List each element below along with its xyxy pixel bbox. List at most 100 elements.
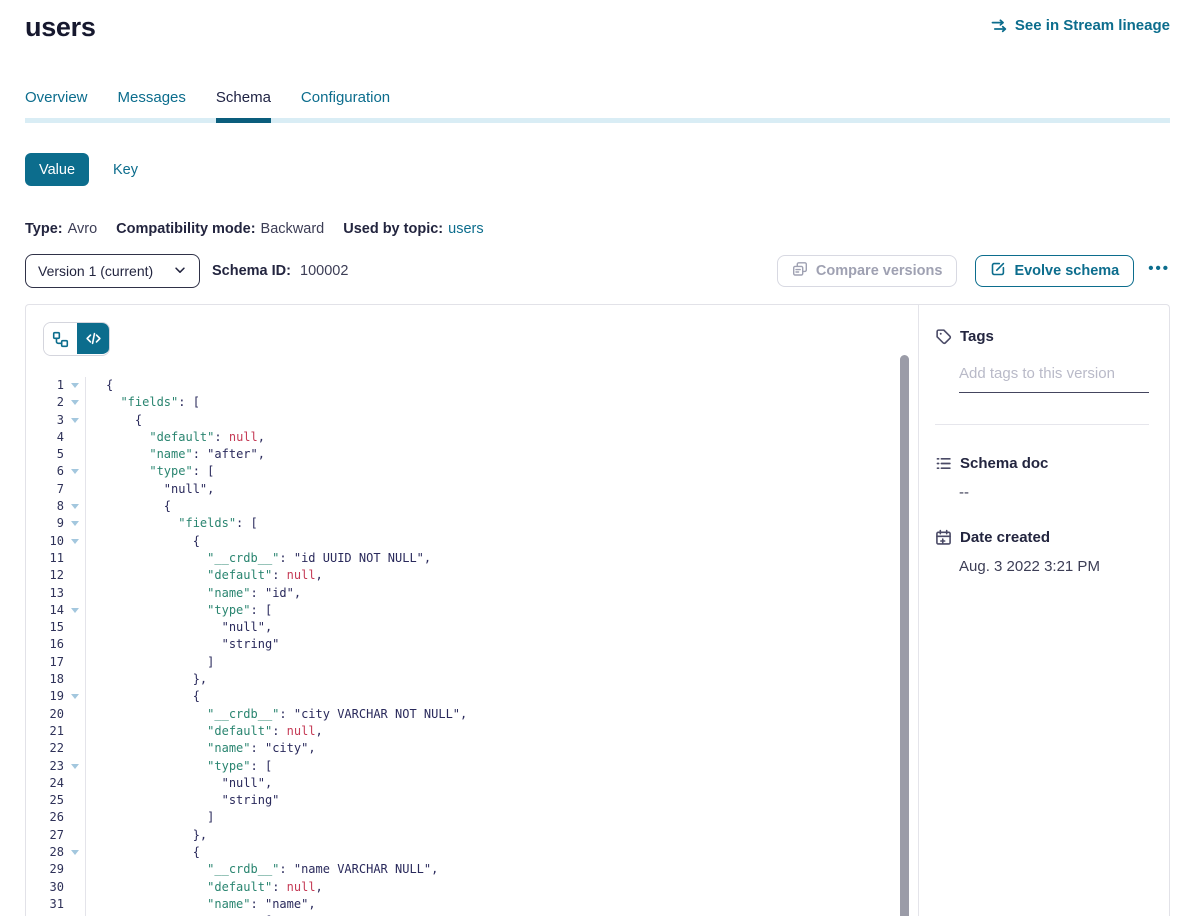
- fold-toggle-icon[interactable]: [71, 539, 79, 544]
- schema-id-label: Schema ID:: [212, 263, 291, 279]
- fold-gutter: [64, 463, 86, 480]
- version-toolbar: Version 1 (current) Schema ID: 100002 Co…: [25, 254, 1170, 288]
- code-line-text: "null",: [86, 775, 272, 792]
- line-number: 21: [26, 723, 64, 740]
- tag-icon: [935, 328, 952, 345]
- code-line-text: {: [86, 533, 200, 550]
- compare-versions-button[interactable]: Compare versions: [777, 255, 958, 287]
- tree-view-button[interactable]: [44, 323, 77, 355]
- line-number: 23: [26, 758, 64, 775]
- date-created-title: Date created: [960, 529, 1050, 546]
- fold-gutter: [64, 498, 86, 515]
- list-icon: [935, 455, 952, 472]
- fold-gutter: [64, 740, 86, 757]
- topic-link[interactable]: users: [448, 221, 483, 237]
- fold-gutter: [64, 602, 86, 619]
- code-line-text: "null",: [86, 619, 272, 636]
- line-number: 6: [26, 463, 64, 480]
- fold-gutter: [64, 758, 86, 775]
- code-line-text: "__crdb__": "city VARCHAR NOT NULL",: [86, 706, 467, 723]
- tab-overview[interactable]: Overview: [25, 89, 88, 123]
- tab-messages[interactable]: Messages: [118, 89, 186, 123]
- sidebar-divider: [935, 424, 1149, 425]
- line-number: 14: [26, 602, 64, 619]
- code-line-text: {: [86, 498, 171, 515]
- line-number: 13: [26, 585, 64, 602]
- fold-gutter: [64, 412, 86, 429]
- code-line-text: ]: [86, 654, 214, 671]
- chevron-down-icon: [173, 263, 187, 280]
- code-line-text: ]: [86, 809, 214, 826]
- fold-gutter: [64, 844, 86, 861]
- fold-toggle-icon[interactable]: [71, 764, 79, 769]
- tags-section-heading: Tags: [935, 328, 1149, 345]
- fold-toggle-icon[interactable]: [71, 694, 79, 699]
- line-number: 8: [26, 498, 64, 515]
- tab-configuration[interactable]: Configuration: [301, 89, 390, 123]
- key-button[interactable]: Key: [113, 162, 138, 178]
- code-line-text: "type": [: [86, 602, 272, 619]
- code-line: 30 "default": null,: [26, 879, 918, 896]
- code-view-button[interactable]: [77, 322, 110, 354]
- lineage-link-label: See in Stream lineage: [1015, 17, 1170, 34]
- evolve-schema-button[interactable]: Evolve schema: [975, 255, 1134, 287]
- line-number: 31: [26, 896, 64, 913]
- version-select[interactable]: Version 1 (current): [25, 254, 200, 288]
- code-line: 29 "__crdb__": "name VARCHAR NULL",: [26, 861, 918, 878]
- copy-icon: [792, 261, 808, 281]
- line-number: 17: [26, 654, 64, 671]
- used-by-topic-group: Used by topic: users: [343, 221, 483, 237]
- code-line: 4 "default": null,: [26, 429, 918, 446]
- version-select-value: Version 1 (current): [38, 263, 153, 279]
- fold-toggle-icon[interactable]: [71, 504, 79, 509]
- code-line-text: {: [86, 688, 200, 705]
- code-line: 22 "name": "city",: [26, 740, 918, 757]
- code-line-text: "default": null,: [86, 429, 265, 446]
- fold-toggle-icon[interactable]: [71, 608, 79, 613]
- line-number: 19: [26, 688, 64, 705]
- code-line-text: "default": null,: [86, 723, 323, 740]
- compare-versions-label: Compare versions: [816, 263, 943, 279]
- line-number: 15: [26, 619, 64, 636]
- fold-gutter: [64, 792, 86, 809]
- fold-gutter: [64, 585, 86, 602]
- vertical-scrollbar[interactable]: [900, 355, 909, 916]
- fold-gutter: [64, 533, 86, 550]
- code-line: 11 "__crdb__": "id UUID NOT NULL",: [26, 550, 918, 567]
- fold-gutter: [64, 515, 86, 532]
- fold-gutter: [64, 377, 86, 394]
- more-options-button[interactable]: •••: [1148, 261, 1170, 282]
- tab-schema[interactable]: Schema: [216, 89, 271, 123]
- used-by-topic-label: Used by topic:: [343, 221, 443, 237]
- date-created-value: Aug. 3 2022 3:21 PM: [959, 558, 1149, 575]
- line-number: 24: [26, 775, 64, 792]
- schema-panel: 1{2 "fields": [3 {4 "default": null,5 "n…: [25, 304, 1170, 916]
- code-line: 17 ]: [26, 654, 918, 671]
- fold-toggle-icon[interactable]: [71, 469, 79, 474]
- line-number: 3: [26, 412, 64, 429]
- code-line-text: "null",: [86, 481, 214, 498]
- add-tags-input[interactable]: [959, 365, 1149, 393]
- value-button[interactable]: Value: [25, 153, 89, 186]
- fold-toggle-icon[interactable]: [71, 383, 79, 388]
- fold-gutter: [64, 896, 86, 913]
- code-line: 3 {: [26, 412, 918, 429]
- type-label: Type:: [25, 221, 63, 237]
- code-line: 14 "type": [: [26, 602, 918, 619]
- code-line: 12 "default": null,: [26, 567, 918, 584]
- fold-gutter: [64, 394, 86, 411]
- code-line: 1{: [26, 377, 918, 394]
- code-line-text: "type": [: [86, 463, 214, 480]
- fold-gutter: [64, 567, 86, 584]
- fold-toggle-icon[interactable]: [71, 521, 79, 526]
- code-view-icon: [85, 330, 102, 347]
- see-in-stream-lineage-link[interactable]: See in Stream lineage: [990, 17, 1170, 34]
- fold-toggle-icon[interactable]: [71, 850, 79, 855]
- fold-gutter: [64, 654, 86, 671]
- fold-gutter: [64, 636, 86, 653]
- code-line-text: "fields": [: [86, 515, 258, 532]
- line-number: 22: [26, 740, 64, 757]
- fold-toggle-icon[interactable]: [71, 418, 79, 423]
- line-number: 29: [26, 861, 64, 878]
- fold-toggle-icon[interactable]: [71, 400, 79, 405]
